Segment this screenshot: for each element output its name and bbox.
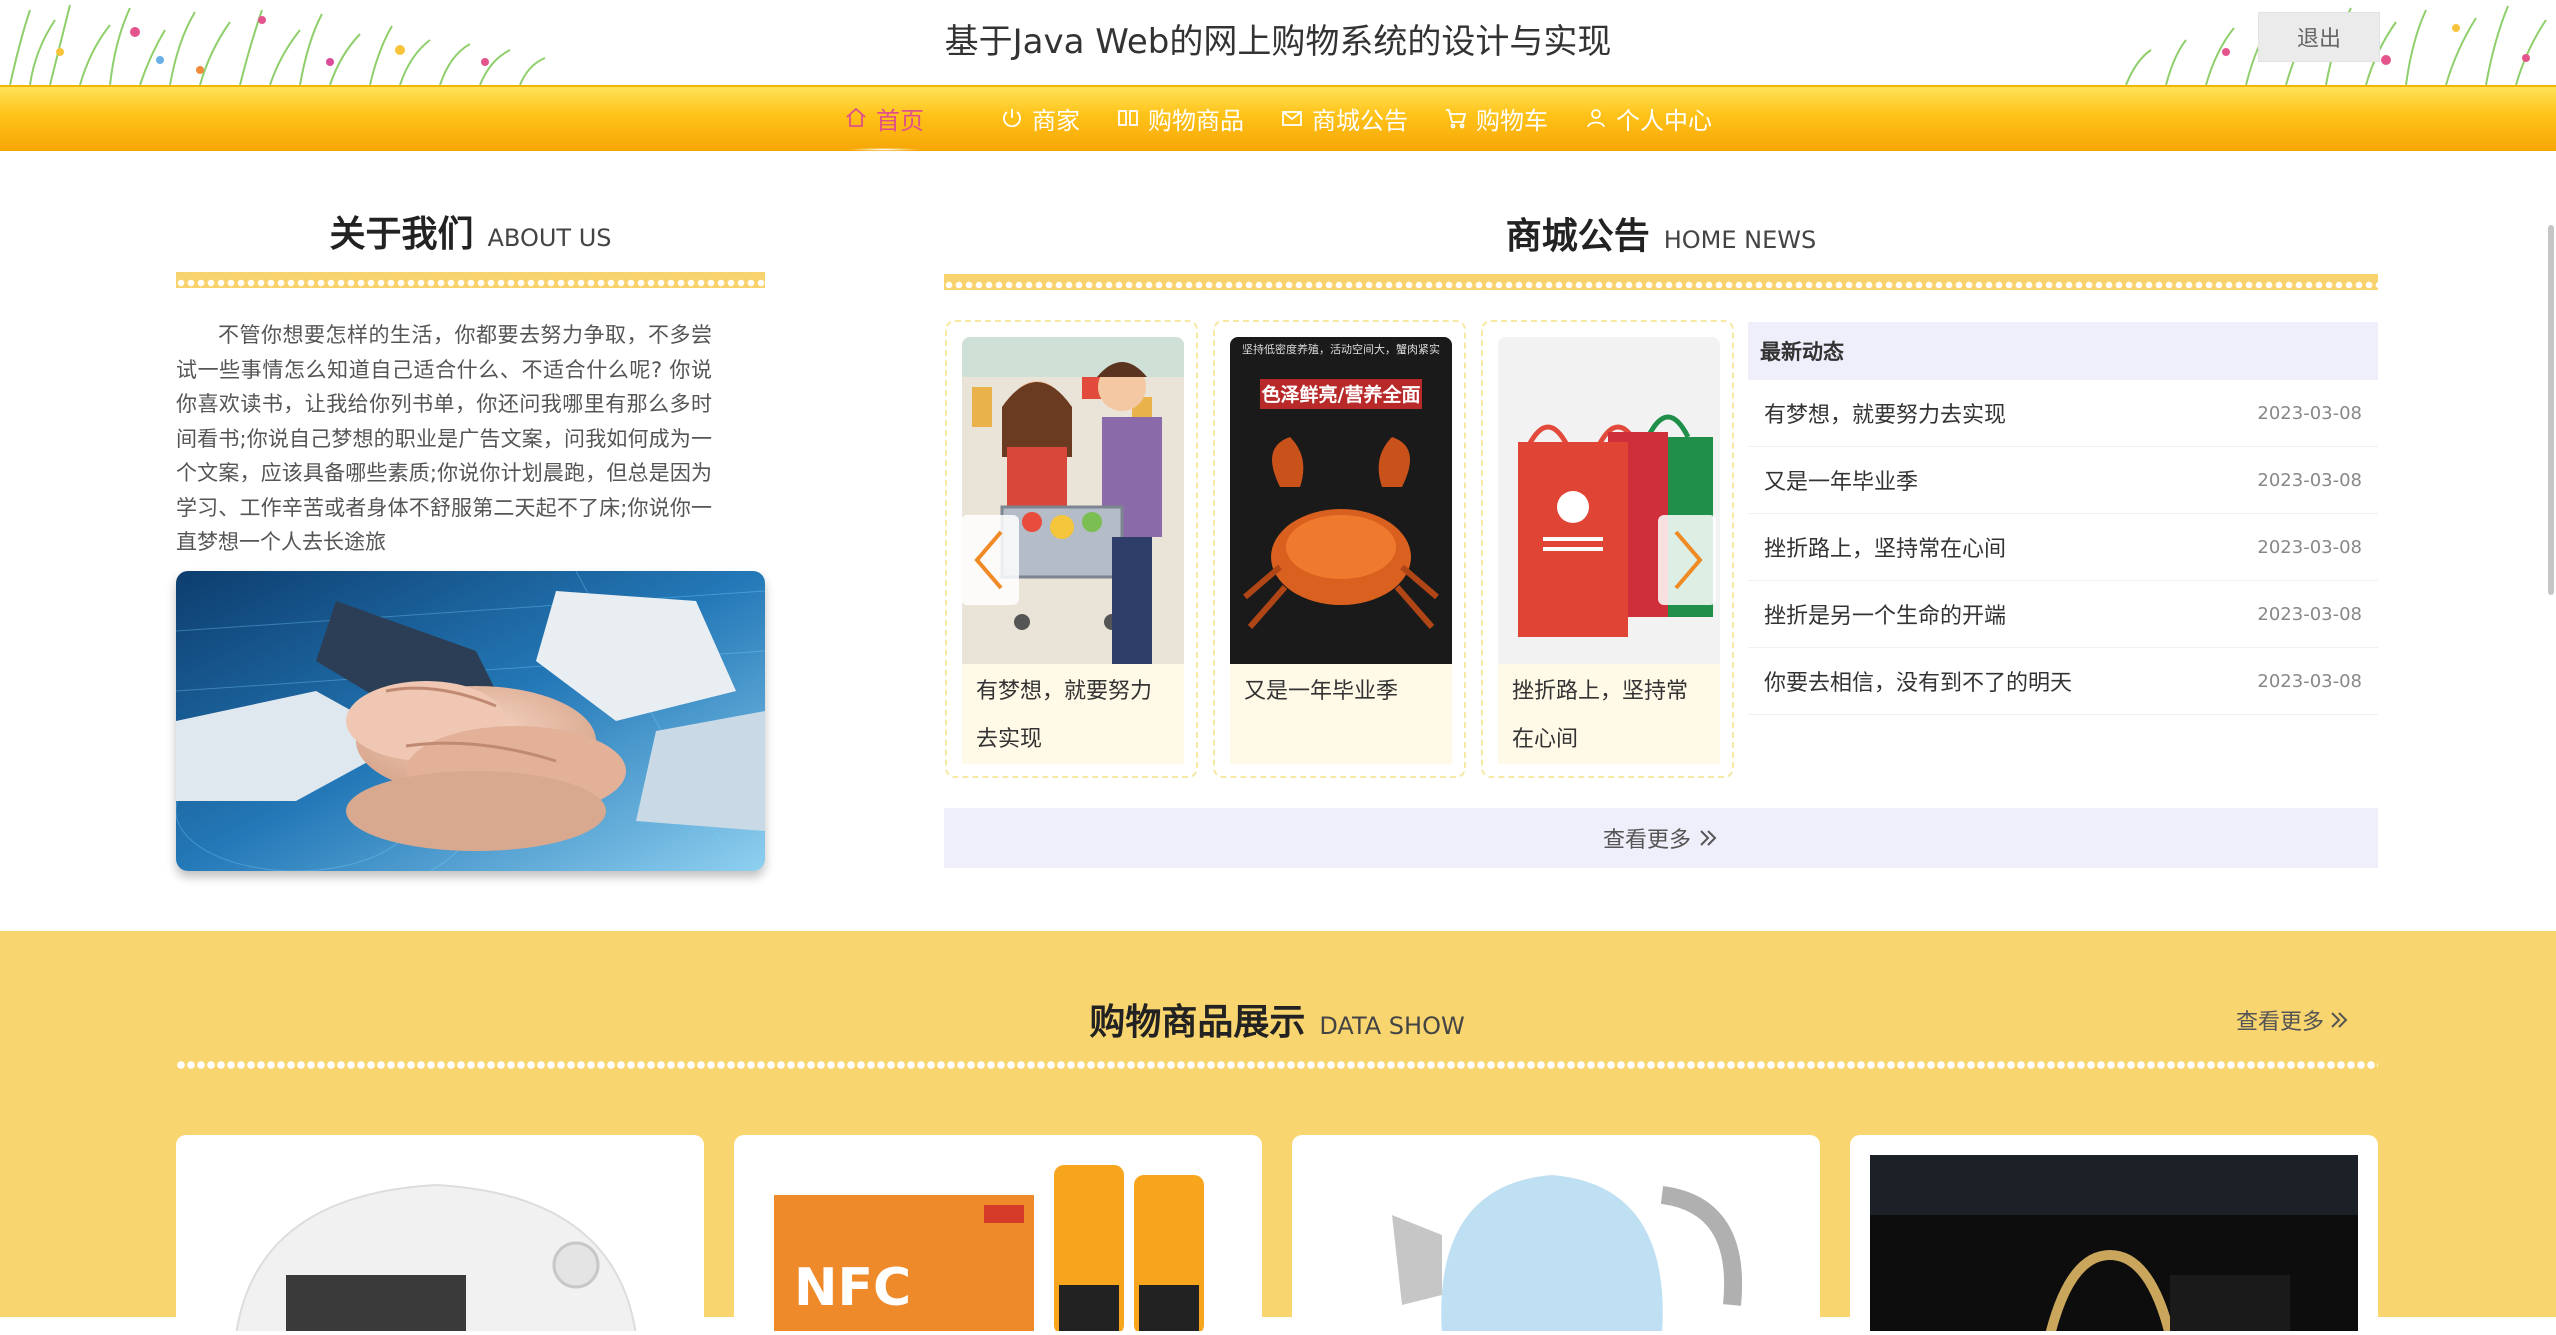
- latest-news-title: 你要去相信，没有到不了的明天: [1764, 671, 2073, 696]
- cart-icon: [1446, 109, 1467, 129]
- latest-news-date: 2023-03-08: [2257, 469, 2362, 491]
- latest-news-date: 2023-03-08: [2257, 536, 2362, 558]
- nav-item-cart[interactable]: 购物车: [1426, 85, 1566, 151]
- latest-news-title: 挫折是另一个生命的开端: [1764, 604, 2007, 629]
- news-title: 商城公告 HOME NEWS: [944, 207, 2378, 259]
- products-title-en: DATA SHOW: [1319, 1012, 1465, 1040]
- product-card[interactable]: [1850, 1135, 2378, 1335]
- nav-item-merchant[interactable]: 商家: [982, 85, 1098, 151]
- news-caption: 挫折路上，坚持常在心间: [1498, 664, 1720, 764]
- products-title-zh: 购物商品展示: [1089, 1002, 1306, 1043]
- news-caption: 又是一年毕业季: [1230, 664, 1452, 764]
- nav-label-profile: 个人中心: [1616, 106, 1712, 135]
- products-more-button[interactable]: 查看更多: [2236, 1004, 2350, 1036]
- product-card[interactable]: NFC: [734, 1135, 1262, 1335]
- nav-label-products: 购物商品: [1148, 106, 1244, 135]
- mail-icon: [1282, 111, 1302, 126]
- latest-news-title: 有梦想，就要努力去实现: [1764, 403, 2007, 428]
- logout-button[interactable]: 退出: [2258, 12, 2380, 62]
- nav-label-merchant: 商家: [1032, 106, 1080, 135]
- about-title: 关于我们 ABOUT US: [176, 205, 765, 257]
- chevron-left-icon: [974, 530, 1003, 590]
- power-icon: [1003, 109, 1021, 128]
- latest-news-item[interactable]: 又是一年毕业季 2023-03-08: [1748, 447, 2378, 514]
- news-divider: [944, 274, 2378, 290]
- user-icon: [1587, 109, 1605, 128]
- products-divider: [176, 1060, 2378, 1072]
- news-image-bags: [1498, 337, 1720, 664]
- about-title-zh: 关于我们: [329, 214, 474, 255]
- latest-news-date: 2023-03-08: [2257, 402, 2362, 424]
- nav-item-profile[interactable]: 个人中心: [1566, 85, 1730, 151]
- product-image-kettle: [1312, 1155, 1800, 1331]
- latest-news-item[interactable]: 你要去相信，没有到不了的明天 2023-03-08: [1748, 648, 2378, 715]
- chevron-right-icon: [1674, 530, 1703, 590]
- header: 基于Java Web的网上购物系统的设计与实现 退出: [0, 0, 2556, 85]
- double-chevron-right-icon: [1700, 830, 1717, 846]
- latest-news-list: 有梦想，就要努力去实现 2023-03-08 又是一年毕业季 2023-03-0…: [1748, 380, 2378, 715]
- latest-news-item[interactable]: 有梦想，就要努力去实现 2023-03-08: [1748, 380, 2378, 447]
- products-more-label: 查看更多: [2236, 1010, 2325, 1035]
- site-title: 基于Java Web的网上购物系统的设计与实现: [944, 22, 1612, 62]
- product-icon: [1118, 110, 1138, 126]
- news-more-label: 查看更多: [1602, 828, 1691, 853]
- nav-item-home[interactable]: 首页: [826, 85, 942, 151]
- poster-banner-text: 色泽鲜亮/营养全面: [1262, 383, 1421, 406]
- nav-label-cart: 购物车: [1476, 106, 1548, 135]
- nav-label-home: 首页: [876, 106, 924, 135]
- nav-item-products[interactable]: 购物商品: [1098, 85, 1262, 151]
- news-card[interactable]: 坚持低密度养殖，活动空间大，蟹肉紧实 色泽鲜亮/营养全面 又是一年毕业季: [1213, 320, 1466, 778]
- poster-top-text: 坚持低密度养殖，活动空间大，蟹肉紧实: [1242, 342, 1440, 356]
- main-nav: 首页 商家 购物商品 商城公告 购物车 个人中心: [0, 85, 2556, 151]
- carousel-prev-button[interactable]: [961, 515, 1019, 605]
- about-title-en: ABOUT US: [487, 224, 612, 252]
- juice-brand-text: NFC: [794, 1258, 911, 1318]
- double-chevron-right-icon: [2331, 1012, 2348, 1028]
- product-card[interactable]: [176, 1135, 704, 1335]
- latest-news-title: 挫折路上，坚持常在心间: [1764, 537, 2007, 562]
- news-title-en: HOME NEWS: [1663, 226, 1817, 254]
- about-divider: [176, 272, 765, 288]
- news-more-button[interactable]: 查看更多: [944, 808, 2378, 868]
- product-image-appliance: [196, 1155, 684, 1331]
- news-title-zh: 商城公告: [1505, 216, 1650, 257]
- latest-news-title: 又是一年毕业季: [1764, 470, 1919, 495]
- latest-news-item[interactable]: 挫折是另一个生命的开端 2023-03-08: [1748, 581, 2378, 648]
- products-title: 购物商品展示 DATA SHOW: [176, 993, 2378, 1045]
- home-icon: [846, 107, 866, 127]
- product-image-juice: NFC: [754, 1155, 1242, 1331]
- nav-item-announcements[interactable]: 商城公告: [1262, 85, 1426, 151]
- about-text: 不管你想要怎样的生活，你都要去努力争取，不多尝试一些事情怎么知道自己适合什么、不…: [176, 323, 712, 554]
- product-image-bag: [1870, 1155, 2358, 1331]
- page-scrollbar[interactable]: [2548, 225, 2554, 595]
- latest-news-header: 最新动态: [1748, 322, 2378, 380]
- carousel-next-button[interactable]: [1658, 515, 1716, 605]
- hands-together-image: [176, 571, 765, 871]
- news-image-crab: 坚持低密度养殖，活动空间大，蟹肉紧实 色泽鲜亮/营养全面: [1230, 337, 1452, 664]
- news-caption: 有梦想，就要努力去实现: [962, 664, 1184, 764]
- nav-label-announcements: 商城公告: [1312, 106, 1408, 135]
- latest-news-item[interactable]: 挫折路上，坚持常在心间 2023-03-08: [1748, 514, 2378, 581]
- latest-news-date: 2023-03-08: [2257, 670, 2362, 692]
- about-image: [176, 571, 765, 871]
- latest-news-date: 2023-03-08: [2257, 603, 2362, 625]
- news-image-shopping: [962, 337, 1184, 664]
- product-card[interactable]: [1292, 1135, 1820, 1335]
